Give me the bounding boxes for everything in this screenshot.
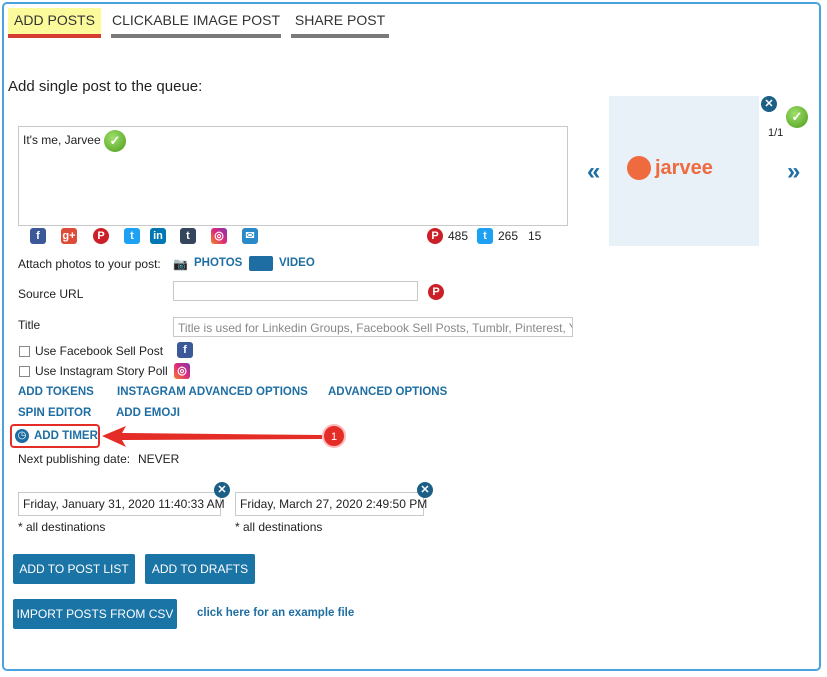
section-heading: Add single post to the queue: xyxy=(8,78,203,95)
instagram-poll-icon: ◎ xyxy=(174,363,190,379)
twitter-icon[interactable]: t xyxy=(124,228,140,244)
fb-sell-checkbox[interactable] xyxy=(19,346,30,357)
pinterest-count-icon: P xyxy=(427,228,443,244)
advanced-options-link[interactable]: ADVANCED OPTIONS xyxy=(328,386,447,398)
import-csv-button[interactable]: IMPORT POSTS FROM CSV xyxy=(13,599,177,629)
add-tokens-link[interactable]: ADD TOKENS xyxy=(18,386,94,398)
title-input[interactable]: Title is used for Linkedin Groups, Faceb… xyxy=(173,317,573,337)
tab-add-posts[interactable]: ADD POSTS xyxy=(8,8,101,38)
add-emoji-link[interactable]: ADD EMOJI xyxy=(116,407,180,419)
twitter-count: 265 xyxy=(498,229,519,243)
source-url-label: Source URL xyxy=(18,287,84,301)
next-arrow-icon[interactable]: » xyxy=(787,158,800,186)
jarvee-logo-text: jarvee xyxy=(655,157,713,179)
next-publishing-value: NEVER xyxy=(138,452,180,466)
next-publishing-label: Next publishing date: xyxy=(18,452,131,466)
video-button[interactable]: VIDEO xyxy=(279,257,315,269)
remove-image-icon[interactable]: ✕ xyxy=(761,96,777,112)
photos-button[interactable]: PHOTOS xyxy=(194,257,242,269)
spin-editor-link[interactable]: SPIN EDITOR xyxy=(18,407,91,419)
source-url-input[interactable] xyxy=(173,281,418,301)
date-note-2: * all destinations xyxy=(235,520,323,534)
jarvee-logo-icon xyxy=(627,156,651,180)
linkedin-icon[interactable]: in xyxy=(150,228,166,244)
callout-number: 1 xyxy=(331,431,337,443)
image-counter: 1/1 xyxy=(768,127,784,139)
date-field-1[interactable]: Friday, January 31, 2020 11:40:33 AM xyxy=(18,492,225,516)
facebook-sell-icon: f xyxy=(177,342,193,358)
instagram-advanced-options-link[interactable]: INSTAGRAM ADVANCED OPTIONS xyxy=(117,386,308,398)
twitter-count-icon: t xyxy=(477,228,493,244)
add-to-post-list-button[interactable]: ADD TO POST LIST xyxy=(13,554,135,584)
pinterest-icon[interactable]: P xyxy=(93,228,109,244)
other-count: 15 xyxy=(528,229,542,243)
pinterest-source-icon[interactable]: P xyxy=(428,284,444,300)
remove-date-1-icon[interactable]: ✕ xyxy=(214,482,230,498)
add-timer-highlight[interactable]: ◷ ADD TIMER xyxy=(10,424,100,448)
pinterest-count: 485 xyxy=(448,229,469,243)
post-text-area[interactable]: It's me, Jarvee ✓ xyxy=(18,126,568,226)
camera-icon[interactable]: 📷 xyxy=(173,257,188,271)
add-timer-link[interactable]: ADD TIMER xyxy=(34,430,98,442)
prev-arrow-icon[interactable]: « xyxy=(587,158,600,186)
facebook-icon[interactable]: f xyxy=(30,228,46,244)
check-icon: ✓ xyxy=(104,130,126,152)
callout-arrow: 1 xyxy=(102,424,346,448)
instagram-icon[interactable]: ◎ xyxy=(211,228,227,244)
tab-clickable-image-post[interactable]: CLICKABLE IMAGE POST xyxy=(111,8,281,38)
remove-date-2-icon[interactable]: ✕ xyxy=(417,482,433,498)
tab-share-post[interactable]: SHARE POST xyxy=(291,8,389,38)
post-text: It's me, Jarvee xyxy=(23,133,101,148)
date-field-2[interactable]: Friday, March 27, 2020 2:49:50 PM xyxy=(235,492,427,516)
google-plus-icon[interactable]: g+ xyxy=(61,228,77,244)
ig-poll-checkbox[interactable] xyxy=(19,366,30,377)
clock-icon: ◷ xyxy=(15,429,29,443)
video-icon[interactable] xyxy=(249,256,273,271)
email-icon[interactable]: ✉ xyxy=(242,228,258,244)
example-file-link[interactable]: click here for an example file xyxy=(197,607,354,619)
date-note-1: * all destinations xyxy=(18,520,106,534)
tumblr-icon[interactable]: t xyxy=(180,228,196,244)
image-preview: jarvee xyxy=(609,96,759,246)
attach-label: Attach photos to your post: xyxy=(18,257,161,271)
title-label: Title xyxy=(18,318,41,332)
add-to-drafts-button[interactable]: ADD TO DRAFTS xyxy=(145,554,255,584)
ig-poll-label: Use Instagram Story Poll xyxy=(35,364,168,378)
preview-check-icon: ✓ xyxy=(786,106,808,128)
fb-sell-label: Use Facebook Sell Post xyxy=(35,344,164,358)
